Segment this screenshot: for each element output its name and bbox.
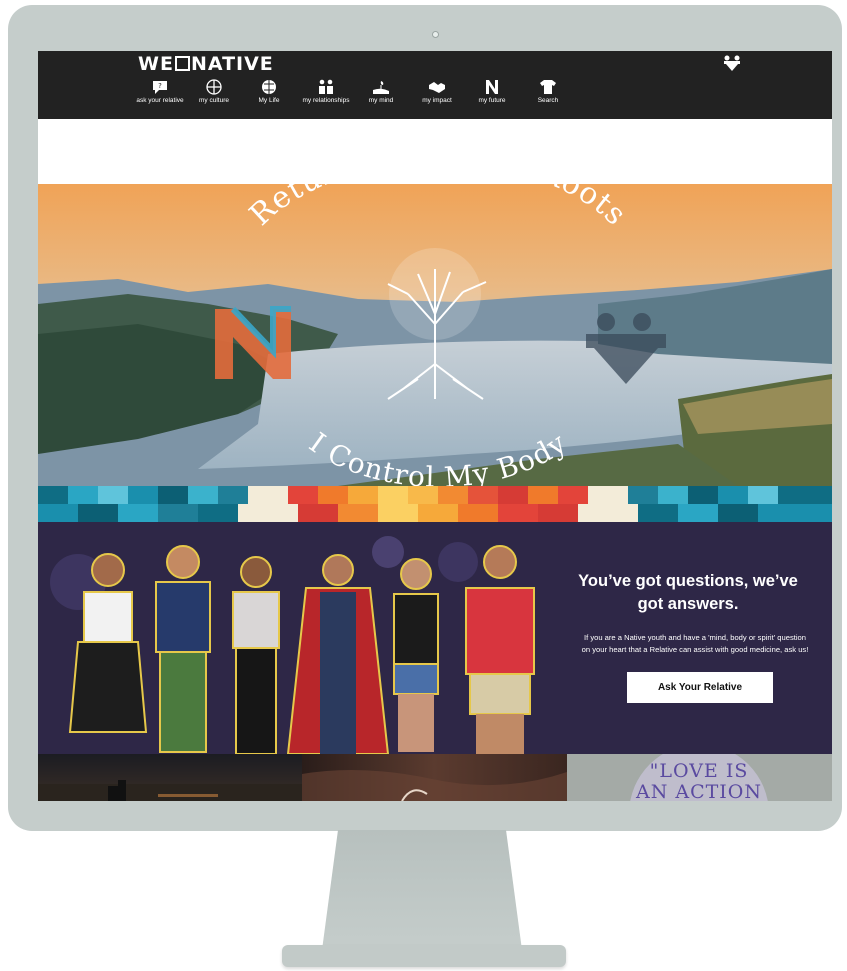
- rock-texture-thumbnail-image: [302, 770, 567, 801]
- nav-item-ask-your-relative[interactable]: ? ask your relative: [130, 79, 190, 104]
- nav-item-my-mind[interactable]: my mind: [351, 79, 411, 104]
- globe-icon: [262, 80, 276, 94]
- ask-relative-promo: You’ve got questions, we’ve got answers.…: [38, 522, 832, 754]
- nav-item-my-relationships[interactable]: my relationships: [296, 79, 356, 104]
- site-logo[interactable]: WE NATIVE: [138, 53, 274, 75]
- promo-title: You’ve got questions, we’ve got answers.: [578, 572, 798, 613]
- character-5: [393, 558, 439, 752]
- character-6: [465, 545, 535, 754]
- webcam-icon: [432, 31, 439, 38]
- geometric-pattern-strip: [38, 486, 832, 522]
- promo-description: If you are a Native youth and have a 'mi…: [581, 633, 809, 654]
- svg-text:?: ?: [158, 82, 162, 90]
- hero-landscape-image: Returning To Our Roots I Control My Body: [38, 184, 832, 486]
- thumbnail-3-text-line2: AN ACTION: [635, 781, 763, 801]
- character-3: [232, 556, 280, 754]
- n-logo-icon: [486, 80, 498, 94]
- shirt-icon: [540, 80, 556, 94]
- youth-characters-illustration: [50, 536, 535, 754]
- nav-item-my-life[interactable]: My Life: [239, 79, 299, 104]
- hero-banner[interactable]: Returning To Our Roots I Control My Body: [38, 184, 832, 486]
- character-2: [155, 545, 211, 753]
- thumbnail-1[interactable]: [38, 754, 302, 801]
- sunset-thumbnail-image: [38, 780, 302, 801]
- globe-cross-icon: [206, 79, 222, 95]
- nav-item-my-future[interactable]: my future: [462, 79, 522, 104]
- thumbnail-3[interactable]: "LOVE IS AN ACTION: [567, 754, 832, 801]
- ask-your-relative-button[interactable]: Ask Your Relative: [627, 672, 773, 703]
- people-icon: [319, 79, 333, 94]
- thumbnail-2[interactable]: [302, 754, 567, 801]
- character-4: [286, 554, 390, 754]
- pattern-banner: [38, 486, 832, 522]
- article-thumbnails: "LOVE IS AN ACTION: [38, 754, 832, 801]
- logo-r-glyph: [174, 56, 190, 71]
- nav-item-my-culture[interactable]: my culture: [184, 79, 244, 104]
- tribal-emblem-icon[interactable]: [720, 53, 744, 73]
- website-screen: WE NATIVE ? ask your relative my culture …: [38, 51, 832, 801]
- speech-bubble-icon: ?: [153, 81, 167, 94]
- monitor-base: [282, 945, 566, 967]
- thumbnail-3-text-line1: "LOVE IS: [649, 760, 749, 782]
- top-navigation-bar: WE NATIVE ? ask your relative my culture …: [38, 51, 832, 119]
- monitor-stand: [322, 830, 522, 950]
- hand-seedling-icon: [373, 81, 389, 94]
- nav-item-my-impact[interactable]: my impact: [407, 79, 467, 104]
- handshake-icon: [429, 82, 445, 93]
- nav-item-search[interactable]: Search: [518, 79, 578, 104]
